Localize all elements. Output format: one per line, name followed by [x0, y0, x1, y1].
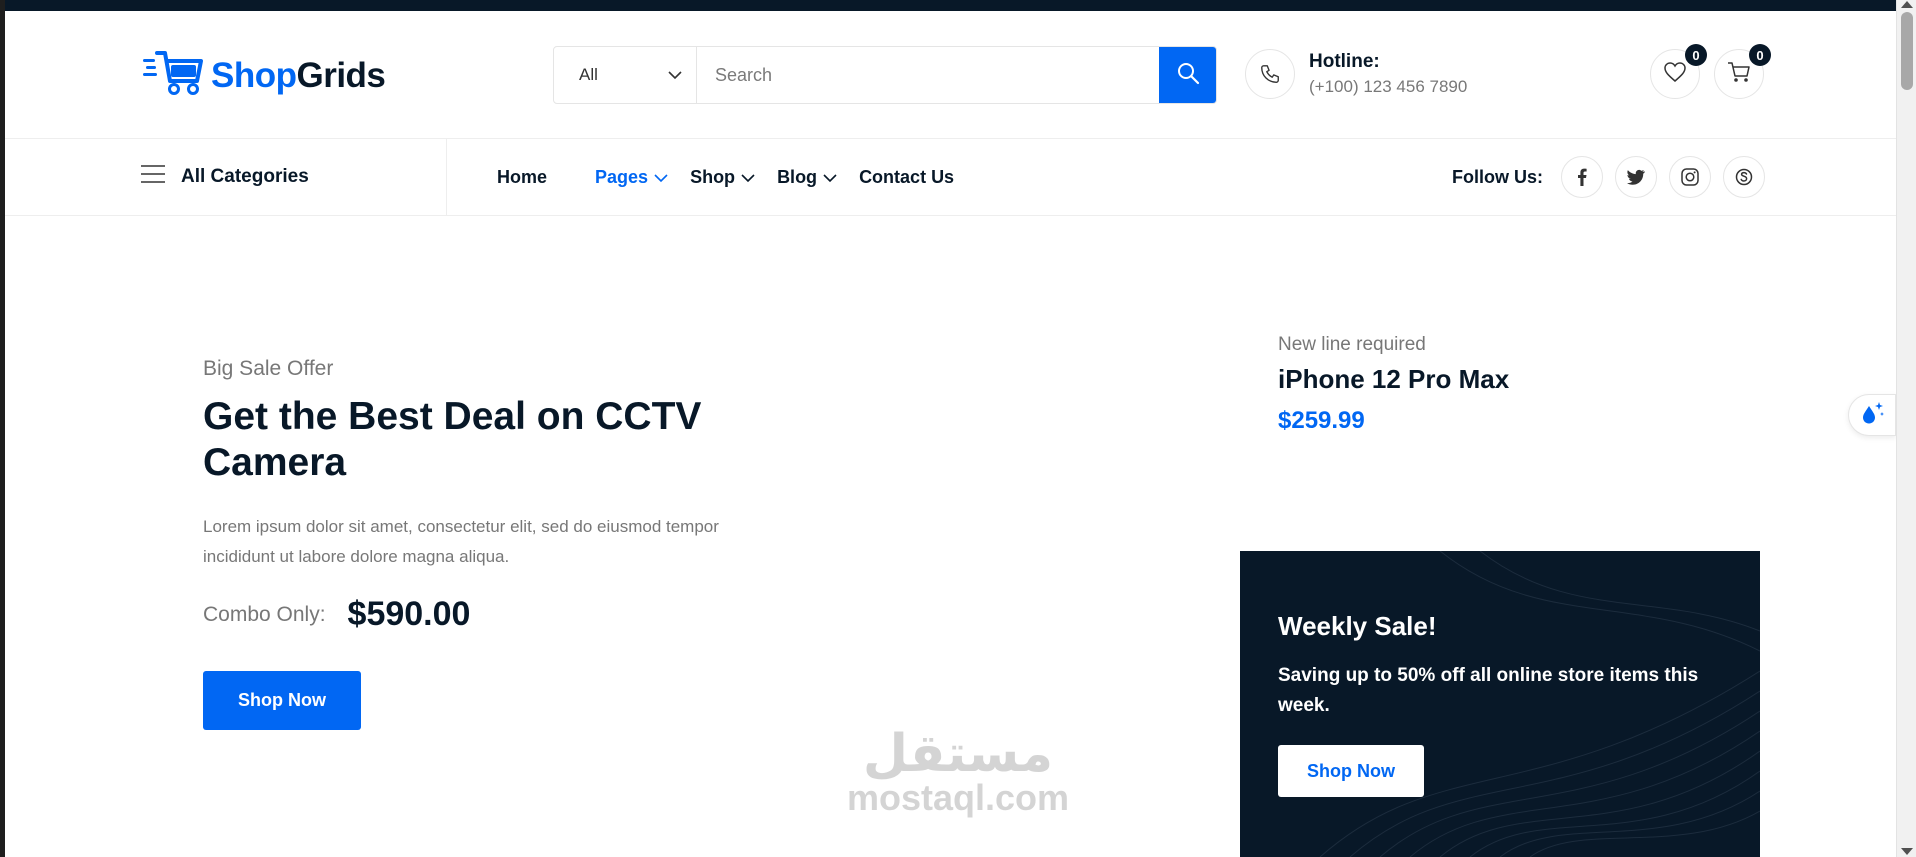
scroll-down-icon[interactable]: [1901, 848, 1913, 855]
social-links: Follow Us:: [1452, 139, 1765, 215]
cart-count-badge: 0: [1749, 44, 1771, 66]
combo-price-value: $590.00: [347, 595, 471, 633]
cart-icon: [1727, 61, 1751, 88]
heart-icon: [1663, 61, 1687, 88]
chevron-down-icon: [823, 167, 837, 188]
instagram-icon[interactable]: [1669, 156, 1711, 198]
nav-item-pages[interactable]: Pages: [595, 167, 668, 188]
skype-icon[interactable]: [1723, 156, 1765, 198]
nav-menu: Home Pages Shop Blog Contact Us: [497, 139, 976, 215]
weekly-sale-title: Weekly Sale!: [1278, 611, 1437, 641]
hamburger-icon: [141, 165, 165, 189]
facebook-icon[interactable]: [1561, 156, 1603, 198]
nav-item-label: Blog: [777, 166, 818, 187]
watermark: مستقل mostaql.com: [842, 724, 1074, 816]
nav-item-home[interactable]: Home: [497, 167, 547, 188]
weekly-sale-description: Saving up to 50% off all online store it…: [1278, 665, 1699, 716]
combo-price: Combo Only: $590.00: [203, 595, 470, 634]
main-navigation: All Categories Home Pages Shop Blog Cont…: [5, 139, 1896, 216]
hotline: Hotline: (+100) 123 456 7890: [1245, 49, 1467, 99]
floating-widget-button[interactable]: [1848, 394, 1896, 436]
nav-item-label: Contact Us: [859, 166, 955, 187]
watermark-arabic: مستقل: [862, 724, 1054, 784]
product-name: iPhone 12 Pro Max: [1278, 364, 1510, 394]
featured-product[interactable]: New line required iPhone 12 Pro Max $259…: [1278, 334, 1509, 435]
chevron-down-icon: [668, 65, 682, 85]
search-button[interactable]: [1159, 47, 1216, 103]
chevron-down-icon: [741, 167, 755, 188]
all-categories-button[interactable]: All Categories: [141, 139, 447, 215]
top-strip: [0, 0, 1916, 11]
weekly-sale-shop-now-button[interactable]: Shop Now: [1278, 745, 1424, 797]
nav-item-blog[interactable]: Blog: [777, 167, 837, 188]
nav-item-label: Shop: [690, 166, 736, 187]
hero-description: Lorem ipsum dolor sit amet, consectetur …: [203, 517, 719, 566]
product-price: $259.99: [1278, 407, 1365, 434]
page-scrollbar[interactable]: [1896, 0, 1916, 857]
category-select-value: All: [579, 65, 598, 84]
hotline-title: Hotline:: [1309, 51, 1380, 72]
search-bar: All: [553, 46, 1217, 104]
logo[interactable]: ShopGrids: [143, 49, 386, 102]
wishlist-button[interactable]: 0: [1650, 44, 1707, 99]
logo-text: ShopGrids: [211, 55, 386, 95]
phone-icon: [1245, 49, 1295, 99]
header: ShopGrids All Hotline: (+100) 123 456 78…: [5, 11, 1896, 139]
follow-us-label: Follow Us:: [1452, 166, 1543, 187]
weekly-sale-banner: Weekly Sale! Saving up to 50% off all on…: [1240, 551, 1760, 857]
wishlist-count-badge: 0: [1685, 44, 1707, 66]
hotline-number: (+100) 123 456 7890: [1309, 77, 1468, 96]
nav-item-contact-us[interactable]: Contact Us: [859, 167, 954, 188]
hero-title: Get the Best Deal on CCTV Camera: [203, 395, 702, 484]
hero-shop-now-button[interactable]: Shop Now: [203, 671, 361, 730]
header-actions: 0 0: [1650, 44, 1771, 99]
nav-item-label: Pages: [595, 166, 649, 187]
all-categories-label: All Categories: [181, 166, 309, 187]
search-input[interactable]: [697, 47, 1159, 103]
twitter-icon[interactable]: [1615, 156, 1657, 198]
nav-item-shop[interactable]: Shop: [690, 167, 755, 188]
chevron-down-icon: [654, 167, 668, 188]
product-tag: New line required: [1278, 334, 1426, 355]
nav-item-label: Home: [497, 166, 548, 187]
hero-subtitle: Big Sale Offer: [203, 357, 334, 380]
watermark-latin: mostaql.com: [846, 777, 1070, 818]
category-select[interactable]: All: [554, 47, 697, 103]
cart-button[interactable]: 0: [1714, 44, 1771, 99]
scroll-up-icon[interactable]: [1901, 1, 1913, 8]
sparkle-drop-icon: [1858, 400, 1886, 431]
search-icon: [1176, 61, 1200, 90]
combo-label: Combo Only:: [203, 602, 326, 626]
cart-logo-icon: [143, 49, 203, 102]
scrollbar-thumb[interactable]: [1901, 12, 1913, 90]
